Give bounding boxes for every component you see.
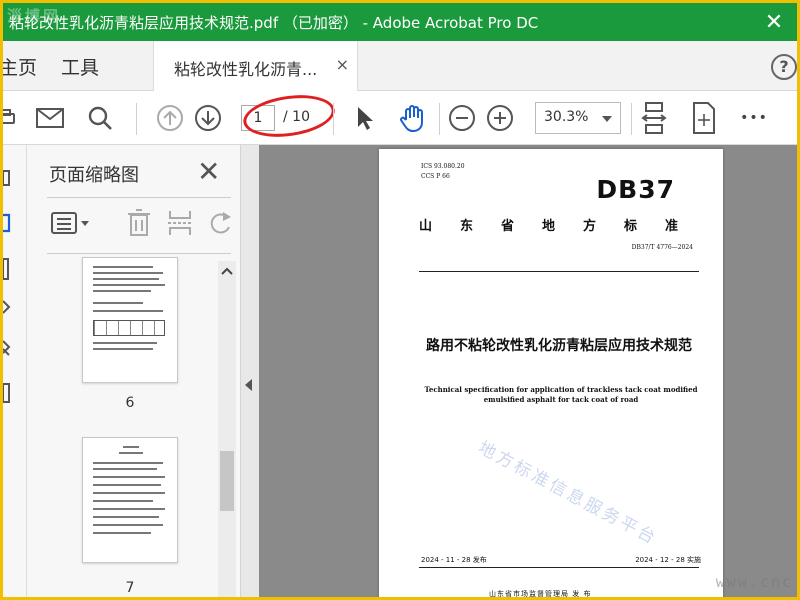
- thumb-text-line: [123, 446, 139, 448]
- page-thumbnail[interactable]: [82, 257, 178, 383]
- standard-number: DB37/T 4776—2024: [631, 244, 693, 251]
- standard-mark: DB37: [596, 175, 675, 204]
- window-close-button[interactable]: ✕: [751, 3, 797, 41]
- signatures-icon: [3, 340, 11, 356]
- header-rule: [419, 271, 699, 272]
- page-thumbnails-panel: 页面缩略图 ✕ 6 7: [27, 145, 241, 597]
- site-watermark: www.cnc: [715, 573, 793, 591]
- thumb-text-line: [93, 302, 143, 304]
- thumb-text-line: [93, 284, 165, 286]
- thumb-text-line: [93, 278, 159, 280]
- platform-watermark: 地方标准信息服务平台: [474, 437, 661, 550]
- thumb-table: [93, 320, 165, 336]
- panel-close-button[interactable]: ✕: [197, 155, 220, 188]
- chevron-left-icon: [245, 379, 252, 391]
- thumb-text-line: [93, 508, 165, 510]
- panel-title: 页面缩略图: [49, 165, 139, 186]
- scroll-up-icon[interactable]: [221, 265, 233, 279]
- title-bar: 淄博网 粘轮改性乳化沥青粘层应用技术规范.pdf （已加密） - Adobe A…: [3, 3, 797, 41]
- fit-page-icon[interactable]: [637, 101, 671, 135]
- thumb-text-line: [93, 532, 151, 534]
- hand-tool-icon[interactable]: [396, 101, 430, 135]
- thumb-text-line: [93, 310, 163, 312]
- thumb-text-line: [93, 462, 163, 464]
- attachments-icon: [3, 300, 11, 314]
- zoom-dropdown[interactable]: 30.3%: [535, 102, 621, 134]
- document-tab-label: 粘轮改性乳化沥青...: [174, 60, 318, 79]
- tab-tools[interactable]: 工具: [61, 53, 99, 80]
- toolbar-separator: [439, 103, 440, 135]
- thumb-text-line: [93, 524, 163, 526]
- thumb-text-line: [93, 476, 165, 478]
- window-title: 粘轮改性乳化沥青粘层应用技术规范.pdf （已加密） - Adobe Acrob…: [9, 14, 539, 32]
- thumb-text-line: [93, 500, 153, 502]
- toolbar-separator: [136, 103, 137, 135]
- panel-collapse-handle[interactable]: [241, 145, 259, 597]
- toolbar-separator: [631, 103, 632, 135]
- left-navigation-strip: [3, 145, 27, 597]
- document-tab-close-button[interactable]: ×: [336, 55, 349, 74]
- rotate-page-icon[interactable]: [207, 209, 233, 241]
- implementation-date: 2024 - 12 - 28 实施: [635, 556, 701, 564]
- zoom-in-icon[interactable]: [483, 101, 517, 135]
- ccs-code: CCS P 66: [421, 173, 450, 180]
- help-button[interactable]: ?: [771, 54, 797, 80]
- zoom-value: 30.3%: [544, 109, 589, 125]
- document-english-title: Technical specification for application …: [424, 385, 698, 404]
- full-screen-page-icon[interactable]: [687, 101, 721, 135]
- thumbnails-icon: [3, 213, 11, 233]
- issuing-authority: 山东省市场监督管理局 发 布: [489, 590, 592, 597]
- extract-page-icon[interactable]: [167, 209, 193, 241]
- standard-type: 山东省地方标准: [419, 219, 707, 234]
- footer-rule: [419, 567, 699, 568]
- previous-page-icon[interactable]: [153, 101, 187, 135]
- search-icon[interactable]: [83, 101, 117, 135]
- page-icon: [3, 383, 10, 403]
- page-thumbnail[interactable]: [82, 437, 178, 563]
- main-toolbar: 1 / 10 30.3% •••: [3, 89, 797, 145]
- tab-bar: 主页 工具 粘轮改性乳化沥青... × ?: [3, 41, 797, 91]
- thumbnail-options-icon[interactable]: [51, 211, 93, 239]
- more-options-icon[interactable]: •••: [737, 101, 771, 135]
- document-chinese-title: 路用不粘轮改性乳化沥青粘层应用技术规范: [426, 338, 692, 354]
- tab-document[interactable]: 粘轮改性乳化沥青... ×: [153, 41, 358, 91]
- document-view[interactable]: ICS 93.080.20 CCS P 66 DB37 山东省地方标准 DB37…: [259, 145, 797, 597]
- thumb-text-line: [93, 342, 157, 344]
- zoom-out-icon[interactable]: [445, 101, 479, 135]
- thumb-text-line: [93, 492, 165, 494]
- tab-home[interactable]: 主页: [3, 53, 37, 80]
- issue-date: 2024 - 11 - 28 发布: [421, 556, 487, 564]
- thumb-text-line: [93, 348, 153, 350]
- thumb-text-line: [93, 290, 151, 292]
- layers-icon: [3, 258, 9, 280]
- select-cursor-icon[interactable]: [348, 101, 382, 135]
- thumb-text-line: [93, 468, 157, 470]
- thumb-text-line: [93, 516, 159, 518]
- thumbnail-page-label: 7: [125, 580, 135, 596]
- thumb-text-line: [93, 484, 161, 486]
- scrollbar-thumb[interactable]: [220, 451, 234, 511]
- email-icon[interactable]: [33, 101, 67, 135]
- panel-divider: [47, 253, 231, 254]
- thumbnail-page-label: 6: [125, 395, 135, 411]
- thumbnails-scrollbar[interactable]: [218, 261, 236, 597]
- thumb-text-line: [93, 272, 163, 274]
- chevron-down-icon: [602, 116, 612, 122]
- acrobat-window: 淄博网 粘轮改性乳化沥青粘层应用技术规范.pdf （已加密） - Adobe A…: [3, 3, 797, 597]
- pdf-page: ICS 93.080.20 CCS P 66 DB37 山东省地方标准 DB37…: [379, 149, 723, 597]
- thumb-text-line: [119, 452, 143, 454]
- toolbar-separator: [333, 103, 334, 135]
- bookmark-icon: [3, 170, 10, 186]
- red-annotation-circle: [240, 89, 338, 143]
- panel-divider: [47, 197, 231, 198]
- delete-page-icon[interactable]: [127, 209, 151, 241]
- ics-code: ICS 93.080.20: [421, 163, 465, 170]
- next-page-icon[interactable]: [191, 101, 225, 135]
- thumb-text-line: [93, 266, 153, 268]
- print-icon[interactable]: [3, 101, 23, 135]
